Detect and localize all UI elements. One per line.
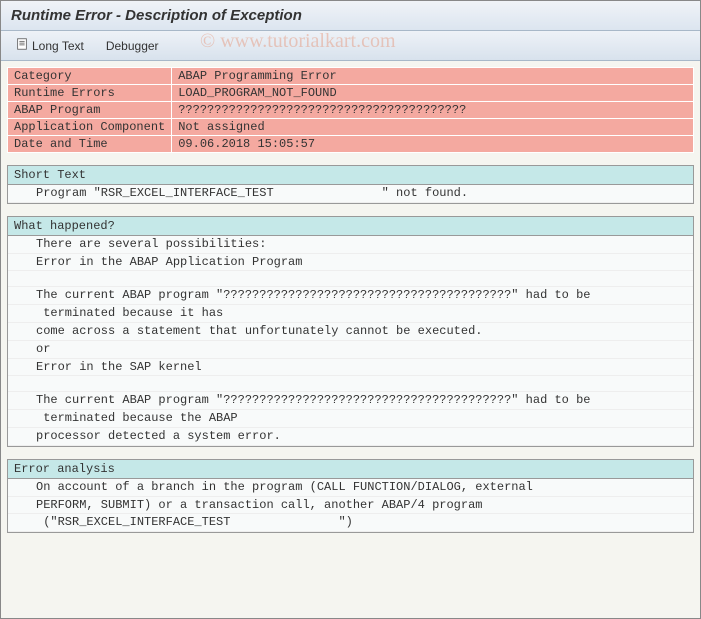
text-line: On account of a branch in the program (C… (8, 479, 693, 497)
toolbar: Long Text Debugger (1, 31, 700, 61)
text-line: terminated because the ABAP (8, 410, 693, 428)
short-text-section: Short Text Program "RSR_EXCEL_INTERFACE_… (7, 165, 694, 204)
short-text-body: Program "RSR_EXCEL_INTERFACE_TEST " not … (8, 185, 693, 203)
text-line (8, 271, 693, 287)
text-line: PERFORM, SUBMIT) or a transaction call, … (8, 497, 693, 515)
table-row: Date and Time09.06.2018 15:05:57 (8, 136, 694, 153)
text-line: ("RSR_EXCEL_INTERFACE_TEST ") (8, 514, 693, 532)
error-analysis-header: Error analysis (8, 460, 693, 479)
long-text-label: Long Text (32, 39, 84, 53)
what-happened-section: What happened? There are several possibi… (7, 216, 694, 447)
text-line (8, 376, 693, 392)
document-icon (15, 37, 29, 54)
info-value: Not assigned (172, 119, 694, 136)
info-label: ABAP Program (8, 102, 172, 119)
info-label: Category (8, 68, 172, 85)
text-line: Program "RSR_EXCEL_INTERFACE_TEST " not … (8, 185, 693, 203)
text-line: or (8, 341, 693, 359)
text-line: The current ABAP program "??????????????… (8, 287, 693, 305)
text-line: come across a statement that unfortunate… (8, 323, 693, 341)
error-analysis-section: Error analysis On account of a branch in… (7, 459, 694, 533)
what-happened-header: What happened? (8, 217, 693, 236)
text-line: terminated because it has (8, 305, 693, 323)
text-line: There are several possibilities: (8, 236, 693, 254)
what-happened-body: There are several possibilities:Error in… (8, 236, 693, 446)
table-row: Runtime ErrorsLOAD_PROGRAM_NOT_FOUND (8, 85, 694, 102)
debugger-button[interactable]: Debugger (100, 37, 165, 55)
text-line: Error in the SAP kernel (8, 359, 693, 377)
table-row: Application ComponentNot assigned (8, 119, 694, 136)
info-table: CategoryABAP Programming ErrorRuntime Er… (7, 67, 694, 153)
text-line: The current ABAP program "??????????????… (8, 392, 693, 410)
content-area: CategoryABAP Programming ErrorRuntime Er… (1, 61, 700, 539)
info-label: Application Component (8, 119, 172, 136)
debugger-label: Debugger (106, 39, 159, 53)
info-value: 09.06.2018 15:05:57 (172, 136, 694, 153)
table-row: ABAP Program????????????????????????????… (8, 102, 694, 119)
text-line: Error in the ABAP Application Program (8, 254, 693, 272)
long-text-button[interactable]: Long Text (9, 35, 90, 56)
window-title: Runtime Error - Description of Exception (1, 1, 700, 31)
short-text-header: Short Text (8, 166, 693, 185)
error-analysis-body: On account of a branch in the program (C… (8, 479, 693, 532)
info-value: ???????????????????????????????????????? (172, 102, 694, 119)
text-line: processor detected a system error. (8, 428, 693, 446)
table-row: CategoryABAP Programming Error (8, 68, 694, 85)
info-label: Date and Time (8, 136, 172, 153)
info-value: LOAD_PROGRAM_NOT_FOUND (172, 85, 694, 102)
info-value: ABAP Programming Error (172, 68, 694, 85)
window-title-text: Runtime Error - Description of Exception (11, 7, 302, 24)
info-label: Runtime Errors (8, 85, 172, 102)
